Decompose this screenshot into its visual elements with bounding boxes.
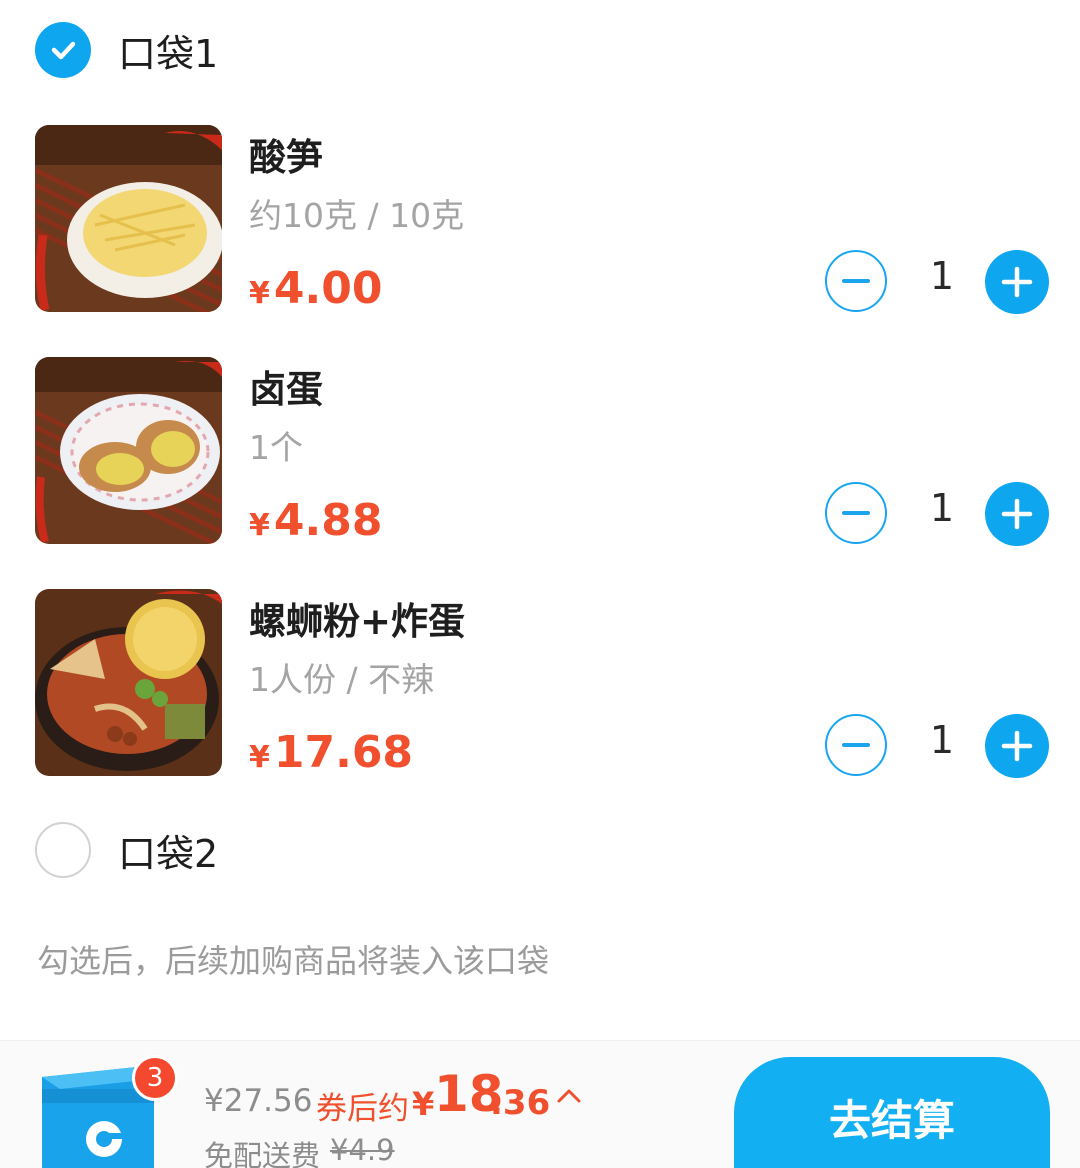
decrease-button[interactable] <box>825 250 887 312</box>
price-value: 4.88 <box>273 495 383 546</box>
bag-2-header[interactable]: 口袋2 <box>35 822 218 878</box>
item-spec: 1人份 / 不辣 <box>249 660 435 699</box>
checkout-button[interactable]: 去结算 <box>734 1057 1050 1168</box>
item-name: 卤蛋 <box>249 368 323 411</box>
item-name: 螺蛳粉+炸蛋 <box>249 600 466 643</box>
cart-count-badge: 3 <box>132 1055 178 1101</box>
currency-symbol: ¥ <box>249 508 270 543</box>
increase-button[interactable] <box>985 482 1049 546</box>
increase-button[interactable] <box>985 714 1049 778</box>
currency-symbol: ¥ <box>249 740 270 775</box>
item-name: 酸笋 <box>249 136 323 179</box>
quantity-stepper: 1 <box>825 482 1050 546</box>
increase-button[interactable] <box>985 250 1049 314</box>
estimate-currency: ¥ <box>412 1085 435 1123</box>
quantity-value: 1 <box>929 718 955 762</box>
chevron-up-icon[interactable] <box>556 1083 582 1109</box>
product-image-pickled-bamboo[interactable] <box>35 125 222 312</box>
bag-2-checkbox[interactable] <box>35 822 91 878</box>
item-spec: 1个 <box>249 428 303 467</box>
decrease-button[interactable] <box>825 482 887 544</box>
plus-icon <box>1001 730 1033 762</box>
decrease-button[interactable] <box>825 714 887 776</box>
item-price: ¥4.88 <box>249 495 382 546</box>
checkmark-icon <box>51 41 76 60</box>
after-coupon-label: 券后约 <box>316 1091 409 1127</box>
bag-hint-text: 勾选后，后续加购商品将装入该口袋 <box>37 942 550 980</box>
minus-icon <box>842 511 870 515</box>
plus-icon <box>1001 266 1033 298</box>
product-image-braised-egg[interactable] <box>35 357 222 544</box>
quantity-stepper: 1 <box>825 250 1050 314</box>
minus-icon <box>842 743 870 747</box>
quantity-value: 1 <box>929 254 955 298</box>
bag-1-title: 口袋1 <box>118 31 219 76</box>
item-spec: 约10克 / 10克 <box>249 196 465 235</box>
item-price: ¥17.68 <box>249 727 413 778</box>
product-image-snail-noodles[interactable] <box>35 589 222 776</box>
bag-2-title: 口袋2 <box>118 831 219 876</box>
price-value: 4.00 <box>273 263 383 314</box>
bag-1-checkbox[interactable] <box>35 22 91 78</box>
bag-1-header[interactable]: 口袋1 <box>35 22 218 78</box>
cart-item: 卤蛋 1个 ¥4.88 1 <box>35 357 1055 547</box>
delivery-original-fee: ¥4.9 <box>330 1133 395 1167</box>
minus-icon <box>842 279 870 283</box>
plus-icon <box>1001 498 1033 530</box>
quantity-stepper: 1 <box>825 714 1050 778</box>
price-value: 17.68 <box>273 727 414 778</box>
cart-item: 螺蛳粉+炸蛋 1人份 / 不辣 ¥17.68 1 <box>35 589 1055 779</box>
quantity-value: 1 <box>929 486 955 530</box>
estimate-decimal: .36 <box>490 1083 551 1123</box>
checkout-bar: 3 ¥27.56 券后约 ¥ 18 .36 免配送费 ¥4.9 去结算 <box>0 1040 1080 1168</box>
cart-item: 酸笋 约10克 / 10克 ¥4.00 1 <box>35 125 1055 315</box>
item-price: ¥4.00 <box>249 263 382 314</box>
original-total: ¥27.56 <box>204 1083 313 1119</box>
currency-symbol: ¥ <box>249 276 270 311</box>
free-delivery-label: 免配送费 <box>204 1139 321 1168</box>
